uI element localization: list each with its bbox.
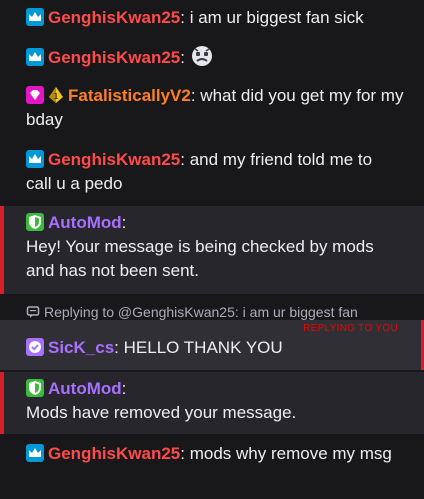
verified-check-icon[interactable] xyxy=(26,338,44,356)
reply-context[interactable]: Replying to @GenghisKwan25: i am ur bigg… xyxy=(26,302,358,322)
bits-badge-icon[interactable]: 1 xyxy=(48,86,64,104)
username[interactable]: GenghisKwan25 xyxy=(48,48,180,67)
message-text: mods why remove my msg xyxy=(185,444,392,463)
replying-to-you-tag: REPLYING TO YOU xyxy=(303,323,398,334)
gift-sub-gem-icon[interactable] xyxy=(26,86,44,104)
automod-shield-icon xyxy=(26,379,44,397)
chat-message: GenghisKwan25: mods why remove my msg xyxy=(0,442,424,466)
chat-message: GenghisKwan25: and my friend told me to … xyxy=(0,148,424,196)
svg-text:1: 1 xyxy=(53,92,58,101)
chat-message: GenghisKwan25: xyxy=(0,44,424,70)
prime-crown-icon[interactable] xyxy=(26,8,44,26)
automod-message: Mods have removed your message. xyxy=(26,403,297,422)
prime-crown-icon[interactable] xyxy=(26,150,44,168)
automod-message: Hey! Your message is being checked by mo… xyxy=(26,237,374,280)
automod-shield-icon xyxy=(26,213,44,231)
username[interactable]: GenghisKwan25 xyxy=(48,444,180,463)
separator: : xyxy=(121,379,127,398)
message-text: i am ur biggest fan sick xyxy=(185,8,364,27)
reply-context-text: Replying to @GenghisKwan25: i am ur bigg… xyxy=(44,304,358,320)
chat-message: SicK_cs: HELLO THANK YOU xyxy=(0,336,424,360)
automod-username[interactable]: AutoMod xyxy=(48,379,122,398)
automod-notice: AutoMod: Hey! Your message is being chec… xyxy=(0,206,424,294)
username[interactable]: GenghisKwan25 xyxy=(48,8,180,27)
chat-message: 1 FatalisticallyV2: what did you get my … xyxy=(0,84,424,132)
username[interactable]: FatalisticallyV2 xyxy=(68,86,191,105)
automod-notice: AutoMod: Mods have removed your message. xyxy=(0,372,424,434)
ghost-face-emote[interactable] xyxy=(190,44,214,68)
prime-crown-icon[interactable] xyxy=(26,444,44,462)
username[interactable]: GenghisKwan25 xyxy=(48,150,180,169)
reply-icon xyxy=(26,304,40,318)
automod-username[interactable]: AutoMod xyxy=(48,213,122,232)
message-text: HELLO THANK YOU xyxy=(118,338,283,357)
username[interactable]: SicK_cs xyxy=(48,338,114,357)
chat-message: GenghisKwan25: i am ur biggest fan sick xyxy=(0,6,424,30)
separator: : xyxy=(121,213,127,232)
prime-crown-icon[interactable] xyxy=(26,48,44,66)
chat-panel: GenghisKwan25: i am ur biggest fan sick … xyxy=(0,0,424,499)
